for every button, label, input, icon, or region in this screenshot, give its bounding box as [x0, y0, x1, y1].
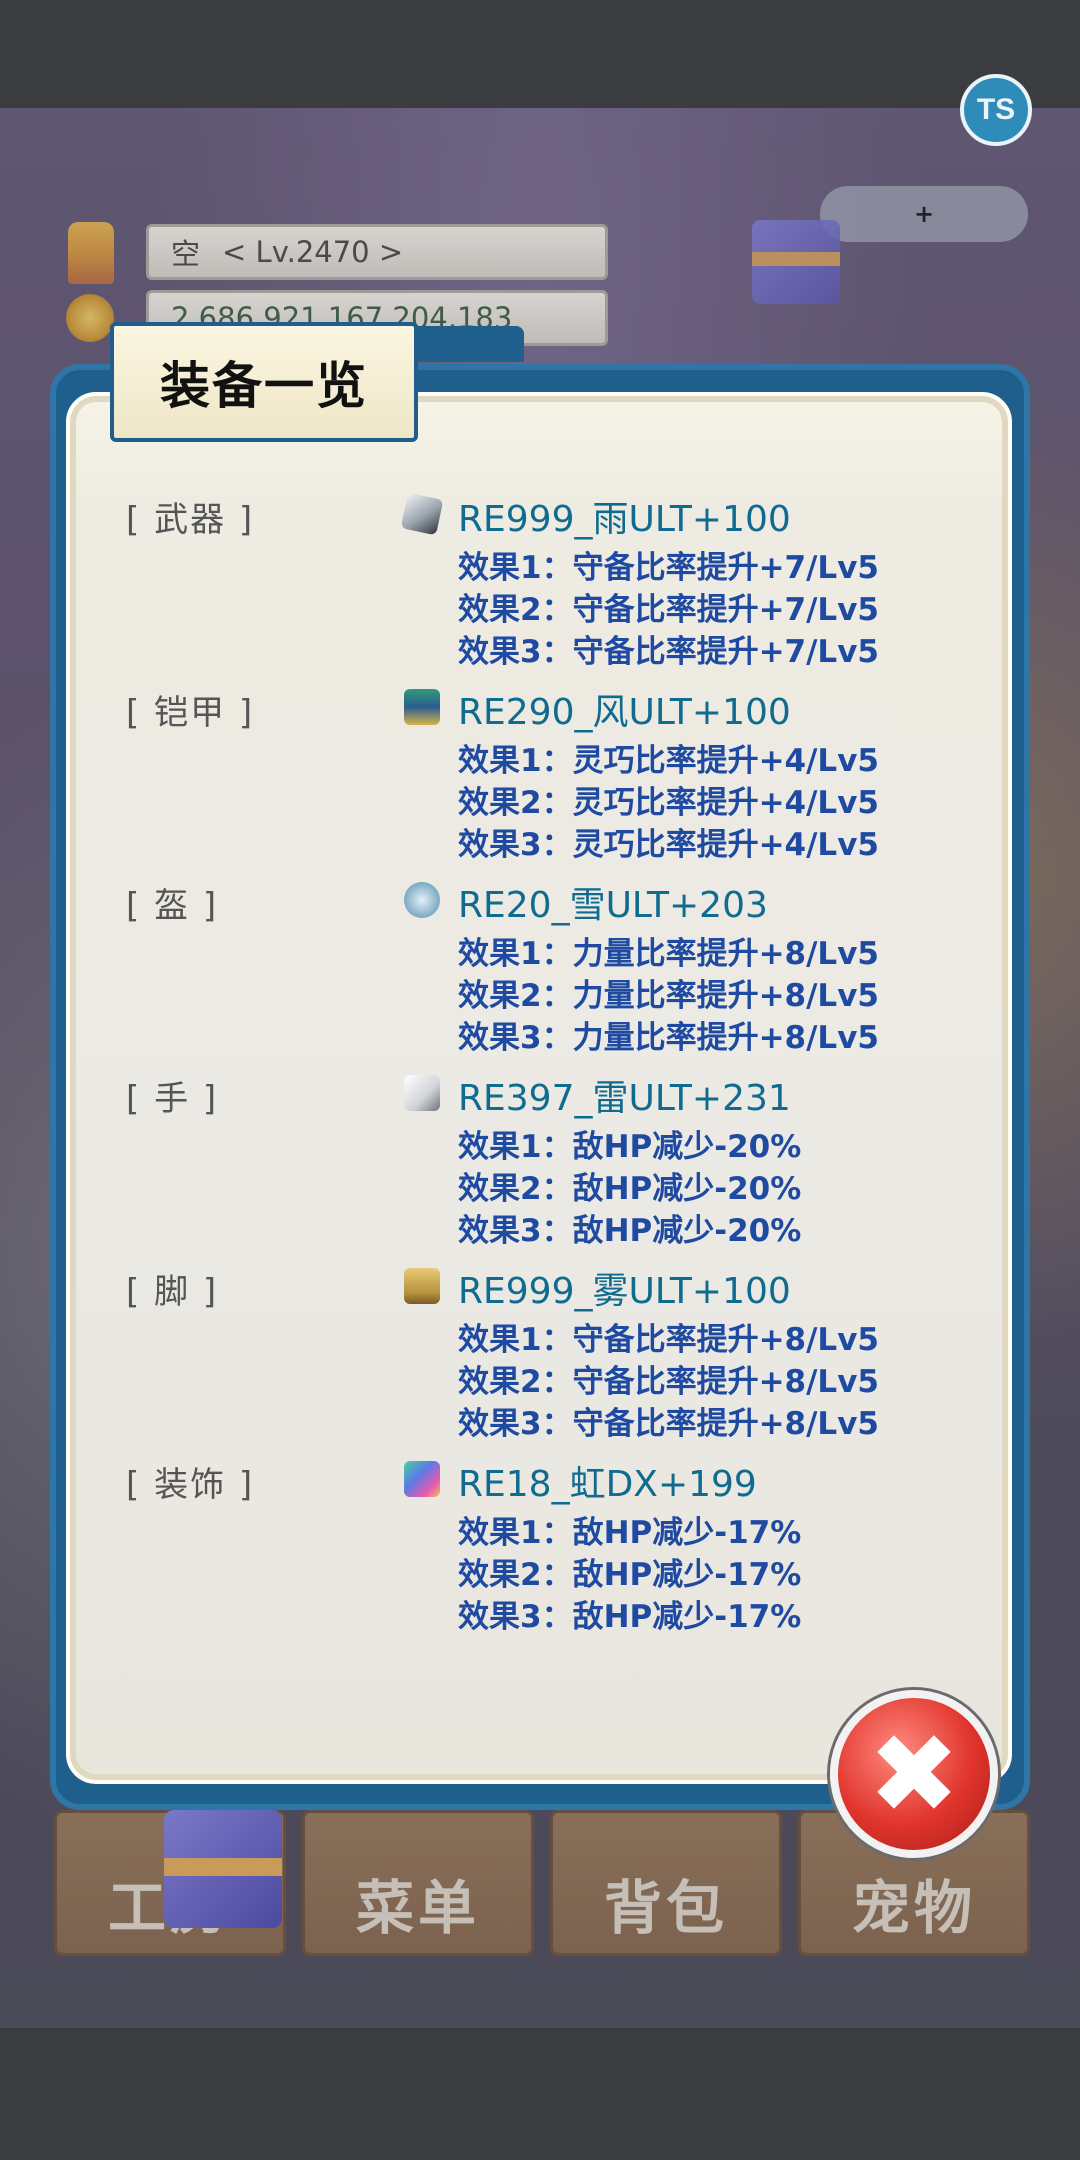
- equipment-row-hand[interactable]: [ 手 ] RE397_雷ULT+231 效果1：敌HP减少-20% 效果2：敌…: [126, 1071, 986, 1261]
- item-effect: 效果2：守备比率提升+8/Lv5: [458, 1364, 879, 1400]
- item-effect: 效果2：敌HP减少-20%: [458, 1171, 802, 1207]
- item-effect: 效果1：敌HP减少-20%: [458, 1129, 802, 1165]
- item-effect: 效果2：灵巧比率提升+4/Lv5: [458, 785, 879, 821]
- item-name: RE999_雾ULT+100: [458, 1271, 791, 1312]
- item-effect: 效果3：守备比率提升+7/Lv5: [458, 634, 879, 670]
- item-effect: 效果1：守备比率提升+8/Lv5: [458, 1322, 879, 1358]
- close-button[interactable]: ✖: [830, 1690, 998, 1858]
- slot-label: [ 手 ]: [126, 1079, 219, 1119]
- panel-title: 装备一览: [110, 322, 418, 442]
- equipment-row-accessory[interactable]: [ 装饰 ] RE18_虹DX+199 效果1：敌HP减少-17% 效果2：敌H…: [126, 1457, 986, 1647]
- item-effect: 效果2：敌HP减少-17%: [458, 1557, 802, 1593]
- armor-icon: [404, 689, 440, 725]
- item-effect: 效果3：敌HP减少-17%: [458, 1599, 802, 1635]
- item-effect: 效果1：灵巧比率提升+4/Lv5: [458, 743, 879, 779]
- gift-box-icon[interactable]: [164, 1810, 282, 1928]
- close-icon: ✖: [867, 1710, 961, 1838]
- helmet-icon: [404, 882, 440, 918]
- item-name: RE20_雪ULT+203: [458, 885, 768, 926]
- coin-icon: [66, 294, 114, 342]
- menu-main-button[interactable]: 菜单: [302, 1810, 534, 1956]
- boot-icon: [404, 1268, 440, 1304]
- ts-menu-button[interactable]: TS: [960, 74, 1032, 146]
- item-effect: 效果2：力量比率提升+8/Lv5: [458, 978, 879, 1014]
- item-effect: 效果3：灵巧比率提升+4/Lv5: [458, 827, 879, 863]
- accessory-icon: [404, 1461, 440, 1497]
- item-effect: 效果3：敌HP减少-20%: [458, 1213, 802, 1249]
- sword-icon: [400, 492, 444, 536]
- slot-label: [ 盔 ]: [126, 886, 219, 926]
- item-name: RE290_风ULT+100: [458, 692, 791, 733]
- equipment-row-weapon[interactable]: [ 武器 ] RE999_雨ULT+100 效果1：守备比率提升+7/Lv5 效…: [126, 492, 986, 682]
- player-info-bar: 空 < Lv.2470 >: [146, 224, 608, 280]
- player-level: < Lv.2470 >: [222, 235, 404, 269]
- player-avatar: [68, 222, 114, 284]
- slot-label: [ 武器 ]: [126, 500, 255, 540]
- item-name: RE999_雨ULT+100: [458, 499, 791, 540]
- item-effect: 效果1：力量比率提升+8/Lv5: [458, 936, 879, 972]
- item-effect: 效果3：力量比率提升+8/Lv5: [458, 1020, 879, 1056]
- equipment-row-armor[interactable]: [ 铠甲 ] RE290_风ULT+100 效果1：灵巧比率提升+4/Lv5 效…: [126, 685, 986, 875]
- gift-box-icon[interactable]: [752, 220, 840, 304]
- item-effect: 效果1：守备比率提升+7/Lv5: [458, 550, 879, 586]
- item-name: RE18_虹DX+199: [458, 1464, 757, 1505]
- menu-backpack-button[interactable]: 背包: [550, 1810, 782, 1956]
- item-name: RE397_雷ULT+231: [458, 1078, 791, 1119]
- equipment-row-foot[interactable]: [ 脚 ] RE999_雾ULT+100 效果1：守备比率提升+8/Lv5 效果…: [126, 1264, 986, 1454]
- equipment-row-helmet[interactable]: [ 盔 ] RE20_雪ULT+203 效果1：力量比率提升+8/Lv5 效果2…: [126, 878, 986, 1068]
- slot-label: [ 装饰 ]: [126, 1465, 255, 1505]
- slot-label: [ 脚 ]: [126, 1272, 219, 1312]
- item-effect: 效果1：敌HP减少-17%: [458, 1515, 802, 1551]
- event-badge[interactable]: +: [820, 186, 1028, 242]
- player-name: 空: [171, 237, 201, 271]
- slot-label: [ 铠甲 ]: [126, 693, 255, 733]
- item-effect: 效果3：守备比率提升+8/Lv5: [458, 1406, 879, 1442]
- item-effect: 效果2：守备比率提升+7/Lv5: [458, 592, 879, 628]
- glove-icon: [404, 1075, 440, 1111]
